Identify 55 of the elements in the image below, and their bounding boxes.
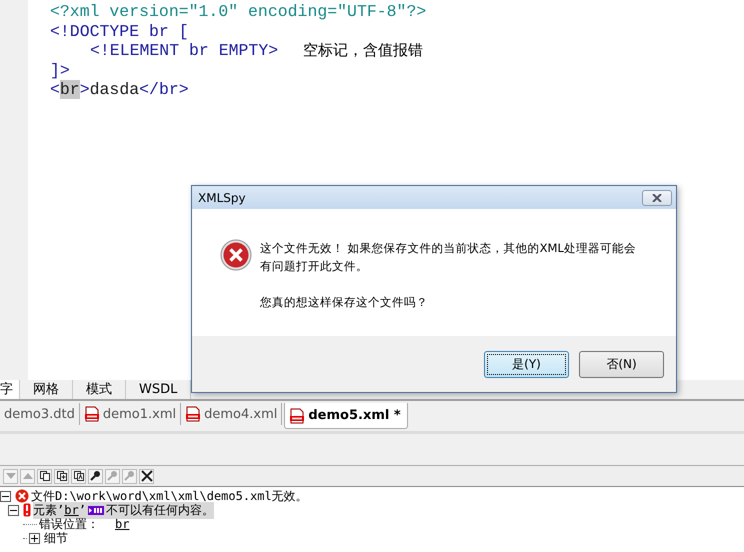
yes-button[interactable]: 是(Y): [484, 350, 569, 378]
message-text[interactable]: 文件D:\work\word\xml\xml\demo5.xml无效。: [31, 488, 308, 504]
close-button[interactable]: [642, 190, 672, 206]
close-icon: [652, 194, 662, 202]
code-token: <!DOCTYPE br [: [50, 22, 189, 41]
error-icon: [15, 489, 29, 503]
code-token: <!ELEMENT br EMPTY>: [89, 41, 278, 60]
view-tab[interactable]: 模式: [73, 380, 126, 399]
message-text: 不可以有任何内容。: [106, 502, 214, 518]
code-token: br: [60, 80, 80, 100]
error-message: 这个文件无效！ 如果您保存文件的当前状态，其他的XML处理器可能会有问题打开此文件。: [260, 240, 637, 275]
clear-button[interactable]: [139, 468, 154, 484]
xml-file-icon: [185, 406, 202, 422]
xml-file-icon: [84, 406, 100, 422]
exclamation-icon: [23, 503, 31, 517]
file-tab[interactable]: demo1.xml: [80, 403, 182, 425]
copy-icon: [38, 470, 50, 482]
code-token: ]>: [50, 60, 70, 80]
dialog-title: XMLSpy: [198, 190, 246, 204]
details-node[interactable]: 细节: [44, 530, 68, 546]
code-token: </: [139, 80, 159, 100]
copy-plus-button[interactable]: [54, 468, 69, 484]
file-tab[interactable]: demo4.xml: [181, 403, 282, 425]
search-icon: [124, 470, 136, 482]
code-token: dasda: [90, 80, 140, 100]
code-token: >: [178, 80, 189, 100]
definition-icon[interactable]: [88, 506, 104, 514]
collapse-toggle[interactable]: [0, 490, 11, 502]
location-link[interactable]: br: [115, 517, 130, 531]
code-token: 空标记，含值报错: [303, 41, 424, 60]
copy-text-button[interactable]: [71, 468, 86, 484]
expand-toggle[interactable]: [29, 532, 40, 544]
code-token: <?xml version=″1.0″ encoding=″UTF-8″?>: [50, 2, 426, 22]
element-link[interactable]: br: [64, 502, 79, 516]
find-button[interactable]: [88, 468, 103, 484]
collapse-toggle[interactable]: [8, 504, 19, 516]
message-text: 元素’br’: [33, 502, 86, 518]
close-icon: [140, 470, 152, 482]
file-tab[interactable]: demo5.xml *: [284, 403, 408, 429]
copy-button[interactable]: [37, 468, 52, 484]
xml-file-icon: [289, 408, 306, 424]
confirm-question: 您真的想这样保存这个文件吗？: [260, 294, 429, 311]
file-tab[interactable]: demo3.dtd: [0, 403, 80, 425]
code-token: br: [158, 80, 179, 100]
search-icon: [90, 470, 102, 482]
error-location-label: 错误位置：: [39, 516, 99, 532]
no-button[interactable]: 否(N): [579, 350, 664, 378]
view-tab[interactable]: 字: [0, 380, 20, 399]
error-icon: [220, 239, 252, 271]
search-icon: [106, 470, 118, 482]
copy-icon: [56, 470, 68, 482]
code-token: <: [50, 80, 60, 100]
code-token: >: [80, 80, 90, 100]
copy-icon: [72, 470, 84, 482]
view-tab[interactable]: 网格: [20, 380, 73, 399]
